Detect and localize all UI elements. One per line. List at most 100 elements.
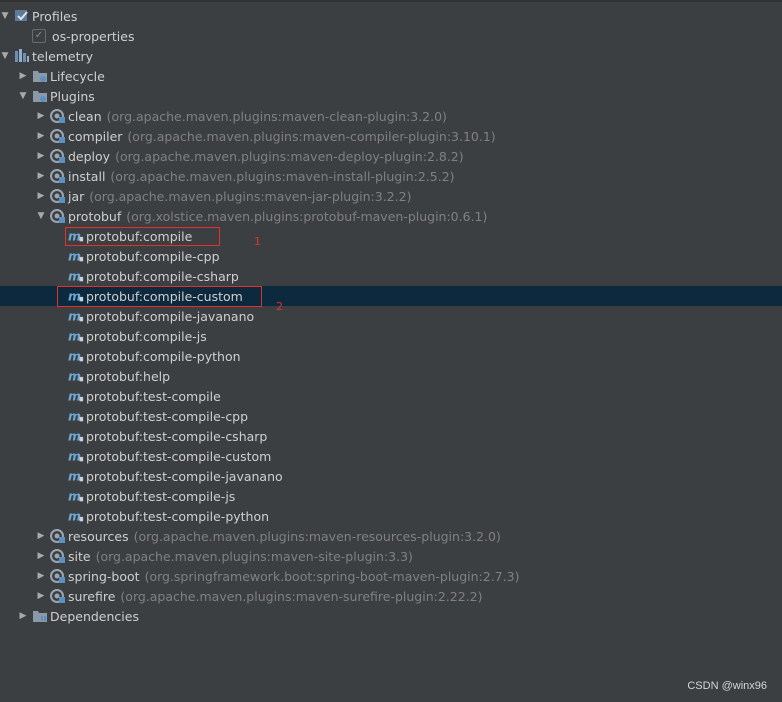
watermark: CSDN @winx96 xyxy=(687,680,767,692)
svg-text:m: m xyxy=(68,368,81,383)
arrow-spacer xyxy=(54,266,64,286)
goal-icon: m xyxy=(68,308,84,324)
goal-icon: m xyxy=(68,408,84,424)
tree-row[interactable]: ✓ os-properties xyxy=(0,26,782,46)
chevron-right-icon[interactable]: ▶ xyxy=(36,106,46,126)
tree-row[interactable]: ▶ install (org.apache.maven.plugins:maven-… xyxy=(0,166,782,186)
plugin-icon xyxy=(50,528,66,544)
tree-row-label: Dependencies xyxy=(50,608,139,624)
tree-row-label: protobuf:test-compile-custom xyxy=(86,448,272,464)
tree-row[interactable]: m protobuf:test-compile-python xyxy=(0,506,782,526)
tree-row[interactable]: m protobuf:compile-csharp xyxy=(0,266,782,286)
profile-checkbox[interactable]: ✓ xyxy=(32,29,46,43)
tree-row[interactable]: m protobuf:help xyxy=(0,366,782,386)
tree-row[interactable]: m protobuf:test-compile-js xyxy=(0,486,782,506)
goal-icon: m xyxy=(68,328,84,344)
tree-row[interactable]: m protobuf:test-compile-cpp xyxy=(0,406,782,426)
dependencies-folder-icon xyxy=(32,608,48,624)
chevron-right-icon[interactable]: ▶ xyxy=(36,166,46,186)
svg-text:m: m xyxy=(68,488,81,503)
annotation-box xyxy=(65,227,220,246)
tree-row[interactable]: m protobuf:test-compile-custom xyxy=(0,446,782,466)
tree-row[interactable]: m protobuf:test-compile-csharp xyxy=(0,426,782,446)
chevron-down-icon[interactable]: ▼ xyxy=(18,86,28,106)
tree-row[interactable]: ▶ clean (org.apache.maven.plugins:maven-cl… xyxy=(0,106,782,126)
arrow-spacer xyxy=(54,306,64,326)
tree-row[interactable]: m protobuf:compile-python xyxy=(0,346,782,366)
lifecycle-folder-icon xyxy=(32,68,48,84)
tree-row[interactable]: ▶ deploy (org.apache.maven.plugins:maven-d… xyxy=(0,146,782,166)
tree-row-label: site xyxy=(68,548,91,564)
arrow-spacer xyxy=(54,446,64,466)
tree-row[interactable]: ▼ telemetry xyxy=(0,46,782,66)
tree-row[interactable]: ▼ Profiles xyxy=(0,6,782,26)
tree-row[interactable]: ▶ Lifecycle xyxy=(0,66,782,86)
svg-text:m: m xyxy=(68,308,81,323)
tree-row[interactable]: ▶ compiler (org.apache.maven.plugins:maven… xyxy=(0,126,782,146)
arrow-spacer xyxy=(54,226,64,246)
plugin-coordinates: (org.apache.maven.plugins:maven-compiler… xyxy=(127,128,496,144)
arrow-spacer xyxy=(54,366,64,386)
svg-text:m: m xyxy=(68,468,81,483)
chevron-right-icon[interactable]: ▶ xyxy=(36,126,46,146)
tree-row[interactable]: m protobuf:test-compile xyxy=(0,386,782,406)
plugin-icon xyxy=(50,108,66,124)
tree-row-label: surefire xyxy=(68,588,116,604)
plugin-coordinates: (org.apache.maven.plugins:maven-site-plu… xyxy=(95,548,413,564)
annotation-box xyxy=(57,286,262,307)
svg-text:m: m xyxy=(68,448,81,463)
tree-row-label: Lifecycle xyxy=(50,68,105,84)
tree-row[interactable]: m protobuf:compile-js xyxy=(0,326,782,346)
chevron-down-icon[interactable]: ▼ xyxy=(0,46,10,66)
chevron-down-icon[interactable]: ▼ xyxy=(36,206,46,226)
chevron-right-icon[interactable]: ▶ xyxy=(36,526,46,546)
tree-row-label: protobuf:compile-js xyxy=(86,328,207,344)
tree-row[interactable]: ▶ surefire (org.apache.maven.plugins:maven… xyxy=(0,586,782,606)
arrow-spacer xyxy=(54,506,64,526)
tree-row[interactable]: m protobuf:test-compile-javanano xyxy=(0,466,782,486)
tree-row-label: protobuf:test-compile-python xyxy=(86,508,270,524)
goal-icon: m xyxy=(68,388,84,404)
arrow-spacer xyxy=(54,386,64,406)
chevron-right-icon[interactable]: ▶ xyxy=(36,546,46,566)
plugins-folder-icon xyxy=(32,88,48,104)
tree-row-label: spring-boot xyxy=(68,568,140,584)
arrow-spacer xyxy=(54,326,64,346)
plugin-icon xyxy=(50,188,66,204)
chevron-right-icon[interactable]: ▶ xyxy=(36,586,46,606)
tree-row-label: protobuf:test-compile xyxy=(86,388,221,404)
chevron-right-icon[interactable]: ▶ xyxy=(36,566,46,586)
tree-row[interactable]: ▼ protobuf (org.xolstice.maven.plugins:pro… xyxy=(0,206,782,226)
svg-text:m: m xyxy=(68,328,81,343)
maven-project-icon xyxy=(14,48,30,64)
profiles-icon xyxy=(14,8,30,24)
chevron-right-icon[interactable]: ▶ xyxy=(18,606,28,626)
tree-row-label: protobuf:test-compile-js xyxy=(86,488,236,504)
goal-icon: m xyxy=(68,248,84,264)
tree-row[interactable]: ▶ resources (org.apache.maven.plugins:mave… xyxy=(0,526,782,546)
tree-row-label: os-properties xyxy=(52,28,135,44)
tree-row-label: Profiles xyxy=(32,8,78,24)
plugin-icon xyxy=(50,208,66,224)
chevron-down-icon[interactable]: ▼ xyxy=(0,6,10,26)
svg-text:m: m xyxy=(68,388,81,403)
tree-row-label: deploy xyxy=(68,148,111,164)
goal-icon: m xyxy=(68,348,84,364)
tree-row[interactable]: ▶ site (org.apache.maven.plugins:maven-sit… xyxy=(0,546,782,566)
chevron-right-icon[interactable]: ▶ xyxy=(36,146,46,166)
goal-icon: m xyxy=(68,488,84,504)
tree-row[interactable]: ▶ spring-boot (org.springframework.boot:sp… xyxy=(0,566,782,586)
plugin-icon xyxy=(50,128,66,144)
tree-row-label: protobuf xyxy=(68,208,122,224)
arrow-spacer xyxy=(54,486,64,506)
tree-row[interactable]: ▶ jar (org.apache.maven.plugins:maven-jar-… xyxy=(0,186,782,206)
tree-row-label: protobuf:help xyxy=(86,368,171,384)
plugin-coordinates: (org.apache.maven.plugins:maven-clean-pl… xyxy=(106,108,447,124)
tree-row[interactable]: m protobuf:compile-javanano xyxy=(0,306,782,326)
chevron-right-icon[interactable]: ▶ xyxy=(18,66,28,86)
chevron-right-icon[interactable]: ▶ xyxy=(36,186,46,206)
tree-row[interactable]: ▼ Plugins xyxy=(0,86,782,106)
tree-row[interactable]: ▶ Dependencies xyxy=(0,606,782,626)
tree-row[interactable]: m protobuf:compile-cpp xyxy=(0,246,782,266)
tree-row-label: Plugins xyxy=(50,88,95,104)
